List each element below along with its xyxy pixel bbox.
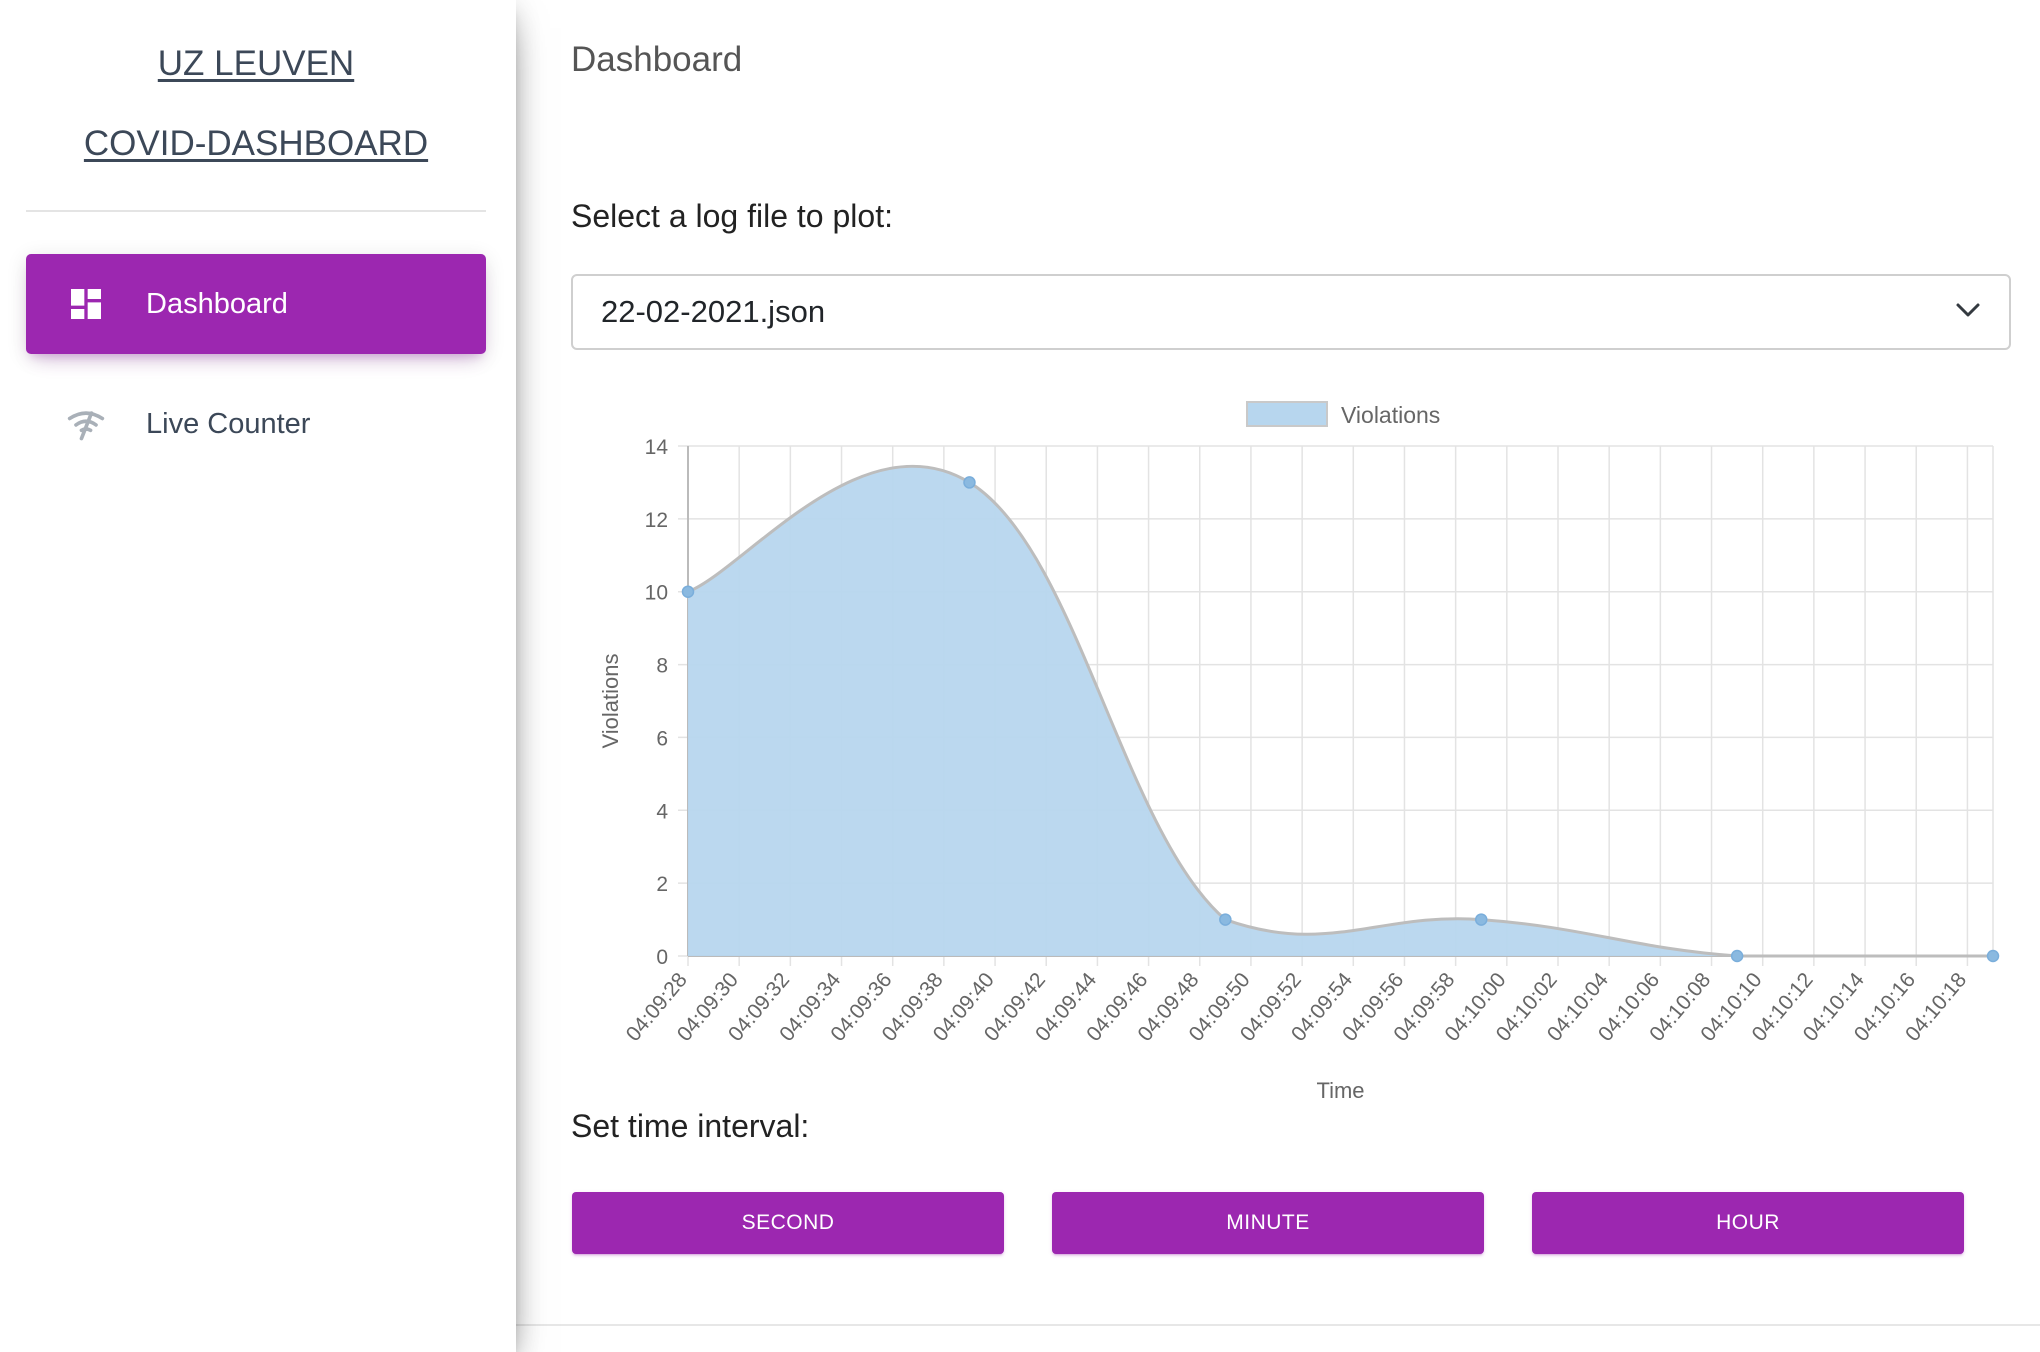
time-interval-label: Set time interval: — [571, 1108, 810, 1144]
interval-second-button[interactable]: SECOND — [572, 1192, 1004, 1254]
footer-divider — [516, 1324, 2040, 1326]
y-tick-label: 10 — [645, 582, 668, 605]
legend-swatch — [1246, 401, 1328, 427]
y-tick-label: 6 — [656, 727, 668, 750]
brand-title-line1[interactable]: UZ LEUVEN — [26, 24, 486, 104]
data-point — [963, 476, 976, 489]
main-panel: Dashboard Select a log file to plot: 22-… — [516, 0, 2040, 1352]
y-tick-label: 2 — [656, 873, 668, 896]
log-file-select-value: 22-02-2021.json — [601, 294, 826, 329]
brand: UZ LEUVEN COVID-DASHBOARD — [26, 0, 486, 212]
y-tick-label: 14 — [645, 436, 669, 459]
brand-title-line2[interactable]: COVID-DASHBOARD — [26, 104, 486, 184]
y-tick-label: 12 — [645, 509, 668, 532]
x-axis-title: Time — [1316, 1078, 1364, 1100]
interval-minute-button[interactable]: MINUTE — [1052, 1192, 1484, 1254]
data-point — [681, 585, 695, 598]
y-axis-title: Violations — [598, 654, 623, 749]
sidebar-item-label: Dashboard — [146, 287, 288, 320]
y-tick-label: 4 — [656, 800, 668, 823]
data-point — [1986, 949, 2000, 963]
legend-label: Violations — [1341, 402, 1440, 428]
select-log-label: Select a log file to plot: — [571, 198, 893, 234]
data-point — [1474, 913, 1488, 926]
data-point — [1219, 913, 1232, 926]
log-file-select[interactable]: 22-02-2021.json — [571, 274, 2011, 350]
y-tick-label: 0 — [656, 946, 668, 969]
page-title: Dashboard — [571, 40, 743, 79]
chevron-down-icon — [1955, 302, 1981, 323]
y-tick-label: 8 — [656, 655, 668, 678]
interval-hour-button[interactable]: HOUR — [1532, 1192, 1964, 1254]
sidebar: UZ LEUVEN COVID-DASHBOARD Dashboard Live… — [0, 0, 516, 1352]
sidebar-item-dashboard[interactable]: Dashboard — [26, 254, 486, 354]
violations-chart: 0 2 4 6 8 10 12 14 04:09:28 04:09:30 04:09:32 04:09… — [571, 390, 2031, 1103]
dashboard-icon — [66, 284, 106, 324]
sidebar-item-label: Live Counter — [146, 407, 311, 440]
wifi-off-icon — [66, 404, 106, 444]
sidebar-item-live-counter[interactable]: Live Counter — [26, 374, 486, 474]
data-point — [1730, 949, 1744, 963]
chart-svg: 0246810121404:09:2804:09:3004:09:3204:09… — [598, 401, 2000, 1103]
